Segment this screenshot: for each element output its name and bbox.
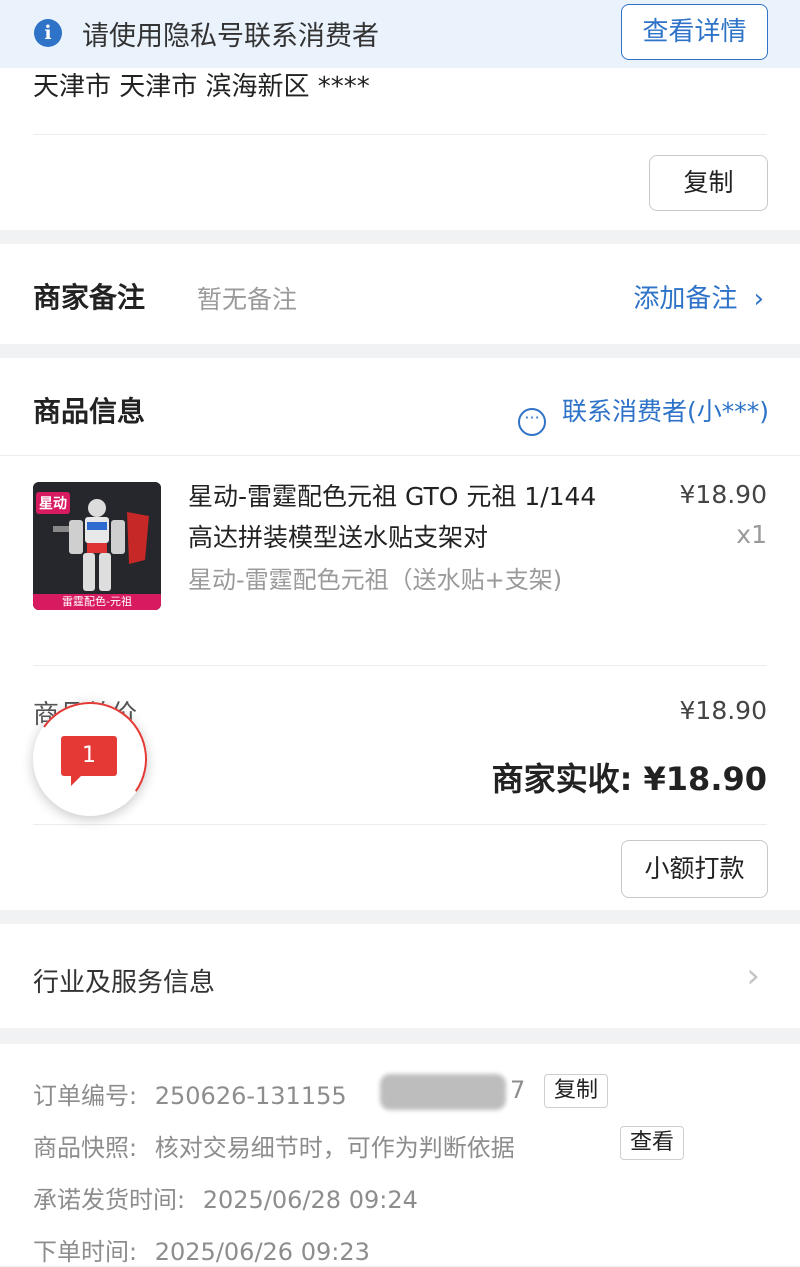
privacy-notice: 请使用隐私号联系消费者 <box>82 21 379 52</box>
divider <box>33 134 767 135</box>
order-time-value: 2025/06/26 09:23 <box>154 1238 370 1266</box>
message-count: 1 <box>82 743 96 768</box>
add-note-label: 添加备注 <box>633 284 738 314</box>
total-price-value: ¥18.90 <box>679 696 767 725</box>
merchant-note-value: 暂无备注 <box>197 285 298 314</box>
order-time-row: 下单时间: 2025/06/26 09:23 <box>33 1232 370 1267</box>
promise-ship-row: 承诺发货时间: 2025/06/28 09:24 <box>33 1180 418 1215</box>
small-payment-button[interactable]: 小额打款 <box>621 840 768 898</box>
chevron-right-icon: › <box>753 284 764 314</box>
add-note-link[interactable]: 添加备注 › <box>633 278 764 315</box>
message-tail <box>71 776 81 786</box>
product-thumbnail: 星动 雷霆配色-元祖 <box>33 482 161 610</box>
view-snapshot-button[interactable]: 查看 <box>620 1126 684 1160</box>
snapshot-row: 商品快照: 核对交易细节时，可作为判断依据 <box>33 1128 515 1163</box>
divider <box>33 665 767 666</box>
copy-order-number-button[interactable]: 复制 <box>544 1074 608 1108</box>
merchant-received-label: 商家实收: <box>491 760 633 798</box>
product-quantity: x1 <box>736 520 767 549</box>
privacy-banner: i 请使用隐私号联系消费者 查看详情 <box>0 0 800 68</box>
product-info-card: 商品信息 ··· 联系消费者(小***) 星动 雷霆配色-元祖 星动-雷霆配色元… <box>0 358 800 910</box>
copy-address-button[interactable]: 复制 <box>649 155 768 211</box>
chat-bubble-icon: ··· <box>518 408 547 436</box>
order-time-label: 下单时间: <box>33 1238 138 1266</box>
thumbnail-caption: 雷霆配色-元祖 <box>62 595 132 608</box>
product-item[interactable]: 星动 雷霆配色-元祖 星动-雷霆配色元祖 GTO 元祖 1/144高达拼装模型送… <box>0 456 800 666</box>
order-number-redaction <box>380 1074 506 1110</box>
promise-ship-value: 2025/06/28 09:24 <box>202 1186 418 1214</box>
product-name: 星动-雷霆配色元祖 GTO 元祖 1/144高达拼装模型送水贴支架对 <box>188 482 597 552</box>
order-number-label: 订单编号: <box>33 1082 138 1110</box>
order-number-value-start: 250626-131155 <box>154 1082 347 1110</box>
order-number-value-end: 7 <box>510 1076 526 1104</box>
promise-ship-label: 承诺发货时间: <box>33 1186 186 1214</box>
order-info-card: 订单编号: 250626-131155 7 复制 商品快照: 核对交易细节时，可… <box>0 1044 800 1266</box>
merchant-received-value: ¥18.90 <box>643 760 767 798</box>
divider <box>33 824 767 825</box>
floating-message-button[interactable]: 1 <box>23 692 157 826</box>
chevron-right-icon: › <box>746 956 760 996</box>
address-card: i 请使用隐私号联系消费者 查看详情 天津市 天津市 滨海新区 **** 复制 <box>0 0 800 230</box>
product-price: ¥18.90 <box>679 480 767 509</box>
industry-service-row[interactable]: 行业及服务信息 › <box>0 924 800 1028</box>
product-spec: 星动-雷霆配色元祖（送水贴+支架) <box>188 566 563 594</box>
snapshot-value: 核对交易细节时，可作为判断依据 <box>154 1134 515 1162</box>
message-icon: 1 <box>61 736 117 786</box>
thumbnail-badge: 星动 <box>36 492 70 514</box>
contact-consumer-link[interactable]: ··· 联系消费者(小***) <box>518 392 769 436</box>
merchant-note-card: 商家备注 暂无备注 添加备注 › <box>0 244 800 344</box>
info-icon: i <box>34 19 62 47</box>
contact-consumer-label: 联系消费者(小***) <box>561 397 769 426</box>
merchant-received: 商家实收: ¥18.90 <box>492 754 767 800</box>
product-info-title: 商品信息 <box>33 395 146 428</box>
industry-service-label: 行业及服务信息 <box>33 968 216 998</box>
order-number-row: 订单编号: 250626-131155 <box>33 1076 347 1111</box>
view-details-button[interactable]: 查看详情 <box>621 4 768 60</box>
snapshot-label: 商品快照: <box>33 1134 138 1162</box>
address-text: 天津市 天津市 滨海新区 **** <box>33 72 370 102</box>
merchant-note-title: 商家备注 <box>33 281 146 314</box>
